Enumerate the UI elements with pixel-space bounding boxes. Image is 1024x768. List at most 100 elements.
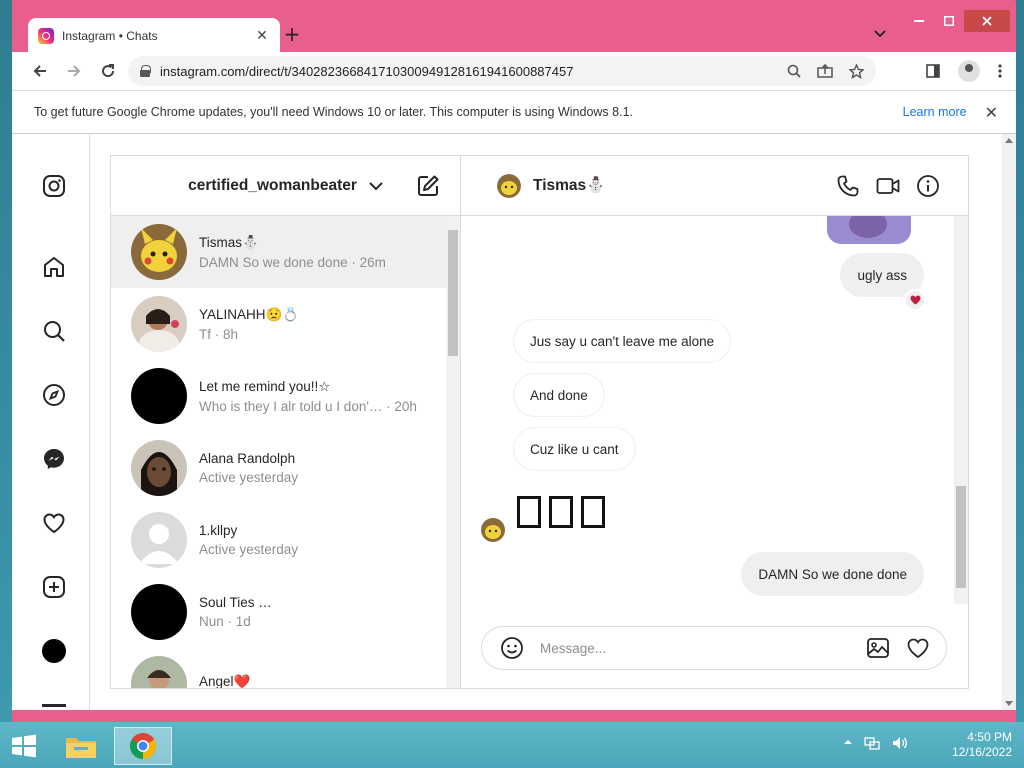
new-message-icon[interactable] — [416, 174, 440, 198]
new-tab-button[interactable]: + — [278, 20, 306, 48]
more-menu-icon[interactable] — [998, 64, 1002, 78]
url-text[interactable]: instagram.com/direct/t/34028236684171030… — [160, 64, 787, 79]
conversation-item[interactable]: Angel❤️ — [111, 648, 446, 688]
window-close-icon[interactable] — [964, 10, 1010, 32]
browser-tab[interactable]: Instagram • Chats ✕ — [28, 18, 280, 54]
conversation-item[interactable]: 1.kllpy Active yesterday — [111, 504, 446, 576]
share-icon[interactable] — [817, 63, 833, 78]
conversation-name: Tismas⛄ — [199, 234, 259, 250]
more-menu-icon[interactable] — [42, 704, 66, 707]
direct-inbox: certified_womanbeater Tismas⛄ DAMN So we… — [110, 155, 969, 689]
notifications-heart-icon[interactable] — [42, 511, 66, 535]
learn-more-link[interactable]: Learn more — [903, 105, 967, 119]
instagram-nav — [12, 134, 90, 710]
account-username[interactable]: certified_womanbeater — [188, 177, 357, 195]
home-icon[interactable] — [42, 255, 66, 279]
contact-name[interactable]: Tismas⛄ — [533, 176, 605, 195]
file-explorer-icon[interactable] — [52, 727, 110, 765]
side-panel-icon[interactable] — [926, 64, 940, 78]
message-bubble-sent[interactable]: DAMN So we done done — [741, 552, 924, 596]
reload-icon[interactable] — [94, 57, 122, 85]
taskbar-clock[interactable]: 4:50 PM 12/16/2022 — [952, 730, 1012, 760]
volume-icon[interactable] — [892, 736, 908, 750]
tab-title: Instagram • Chats — [62, 29, 158, 43]
like-heart-icon[interactable] — [906, 636, 930, 660]
zoom-search-icon[interactable] — [787, 64, 801, 78]
conversation-item[interactable]: Let me remind you!!☆ Who is they I alr t… — [111, 360, 446, 432]
forward-icon[interactable] — [60, 57, 88, 85]
profile-avatar[interactable] — [42, 639, 66, 663]
missing-glyph-box — [549, 496, 573, 528]
instagram-logo-icon[interactable] — [42, 174, 66, 198]
avatar — [131, 368, 187, 424]
infobar-message: To get future Google Chrome updates, you… — [34, 105, 633, 119]
conversation-name: YALINAHH😟💍 — [199, 306, 300, 322]
chat-scrollbar-thumb[interactable] — [956, 486, 966, 588]
conversation-info-icon[interactable] — [916, 174, 940, 198]
conversation-item[interactable]: Tismas⛄ DAMN So we done done · 26m — [111, 216, 446, 288]
scroll-up-icon[interactable] — [1005, 138, 1013, 143]
create-post-icon[interactable] — [42, 575, 66, 599]
minimize-icon[interactable] — [904, 8, 934, 34]
tab-close-icon[interactable]: ✕ — [254, 28, 270, 44]
chevron-down-icon[interactable] — [369, 179, 383, 193]
clock-time: 4:50 PM — [967, 730, 1012, 744]
windows-start-icon[interactable] — [8, 734, 40, 758]
missing-glyph-box — [517, 496, 541, 528]
conversation-item[interactable]: Alana Randolph Active yesterday — [111, 432, 446, 504]
avatar — [131, 656, 187, 688]
conversation-name: Soul Ties … — [199, 595, 272, 610]
message-input[interactable]: Message... — [540, 641, 866, 656]
list-scrollbar[interactable] — [446, 216, 460, 688]
search-icon[interactable] — [42, 319, 66, 343]
message-bubble-received[interactable]: Jus say u can't leave me alone — [513, 319, 732, 363]
conversation-item[interactable]: Soul Ties … Nun · 1d — [111, 576, 446, 648]
page-content: certified_womanbeater Tismas⛄ DAMN So we… — [12, 134, 1002, 710]
address-bar[interactable]: instagram.com/direct/t/34028236684171030… — [128, 56, 876, 86]
conversation-list: Tismas⛄ DAMN So we done done · 26m YALIN… — [111, 216, 446, 688]
tab-search-icon[interactable] — [874, 26, 886, 42]
emoji-picker-icon[interactable] — [500, 636, 524, 660]
explore-compass-icon[interactable] — [42, 383, 66, 407]
conversation-name: Angel❤️ — [199, 674, 251, 688]
conversation-item[interactable]: YALINAHH😟💍 Tf · 8h — [111, 288, 446, 360]
instagram-favicon-icon — [38, 28, 54, 44]
conversation-preview: Who is they I alr told u I don'… · 20h — [199, 398, 417, 414]
bookmark-star-icon[interactable] — [849, 63, 864, 79]
contact-avatar[interactable] — [497, 173, 521, 198]
list-scrollbar-thumb[interactable] — [448, 230, 458, 356]
avatar — [131, 584, 187, 640]
inbox-header: certified_womanbeater — [111, 156, 460, 216]
system-tray — [844, 736, 908, 750]
message-bubble-received[interactable]: And done — [513, 373, 605, 417]
show-hidden-icons-icon[interactable] — [844, 736, 852, 748]
conversation-preview: Nun · 1d — [199, 614, 251, 629]
browser-window: Instagram • Chats ✕ + instagram.com/dire… — [12, 0, 1016, 722]
chat-scrollbar[interactable] — [954, 216, 968, 604]
messenger-icon[interactable] — [42, 447, 66, 471]
avatar — [131, 296, 187, 352]
network-icon[interactable] — [864, 736, 880, 750]
message-bubble-received[interactable]: Cuz like u cant — [513, 427, 636, 471]
chrome-taskbar-icon[interactable] — [114, 727, 172, 765]
lock-icon — [140, 65, 151, 77]
conversation-name: 1.kllpy — [199, 523, 238, 538]
conversation-preview: Active yesterday — [199, 470, 299, 485]
profile-avatar-icon[interactable] — [958, 60, 980, 82]
sender-avatar[interactable] — [481, 518, 505, 542]
maximize-icon[interactable] — [936, 8, 962, 34]
back-icon[interactable] — [26, 57, 54, 85]
conversation-name: Alana Randolph — [199, 451, 296, 466]
avatar — [131, 512, 187, 568]
emoji-message[interactable] — [517, 496, 605, 528]
audio-call-icon[interactable] — [836, 174, 860, 198]
video-call-icon[interactable] — [876, 174, 900, 198]
add-photo-icon[interactable] — [866, 636, 890, 660]
conversation-preview: Tf · 8h — [199, 326, 239, 342]
reaction-heart-icon[interactable] — [904, 289, 926, 311]
missing-glyph-box — [581, 496, 605, 528]
chat-panel: Tismas⛄ ugly ass Jus say u can't leave m… — [461, 156, 968, 688]
page-scrollbar[interactable] — [1002, 134, 1016, 710]
infobar-close-icon[interactable]: ✕ — [985, 103, 998, 122]
scroll-down-icon[interactable] — [1005, 701, 1013, 706]
